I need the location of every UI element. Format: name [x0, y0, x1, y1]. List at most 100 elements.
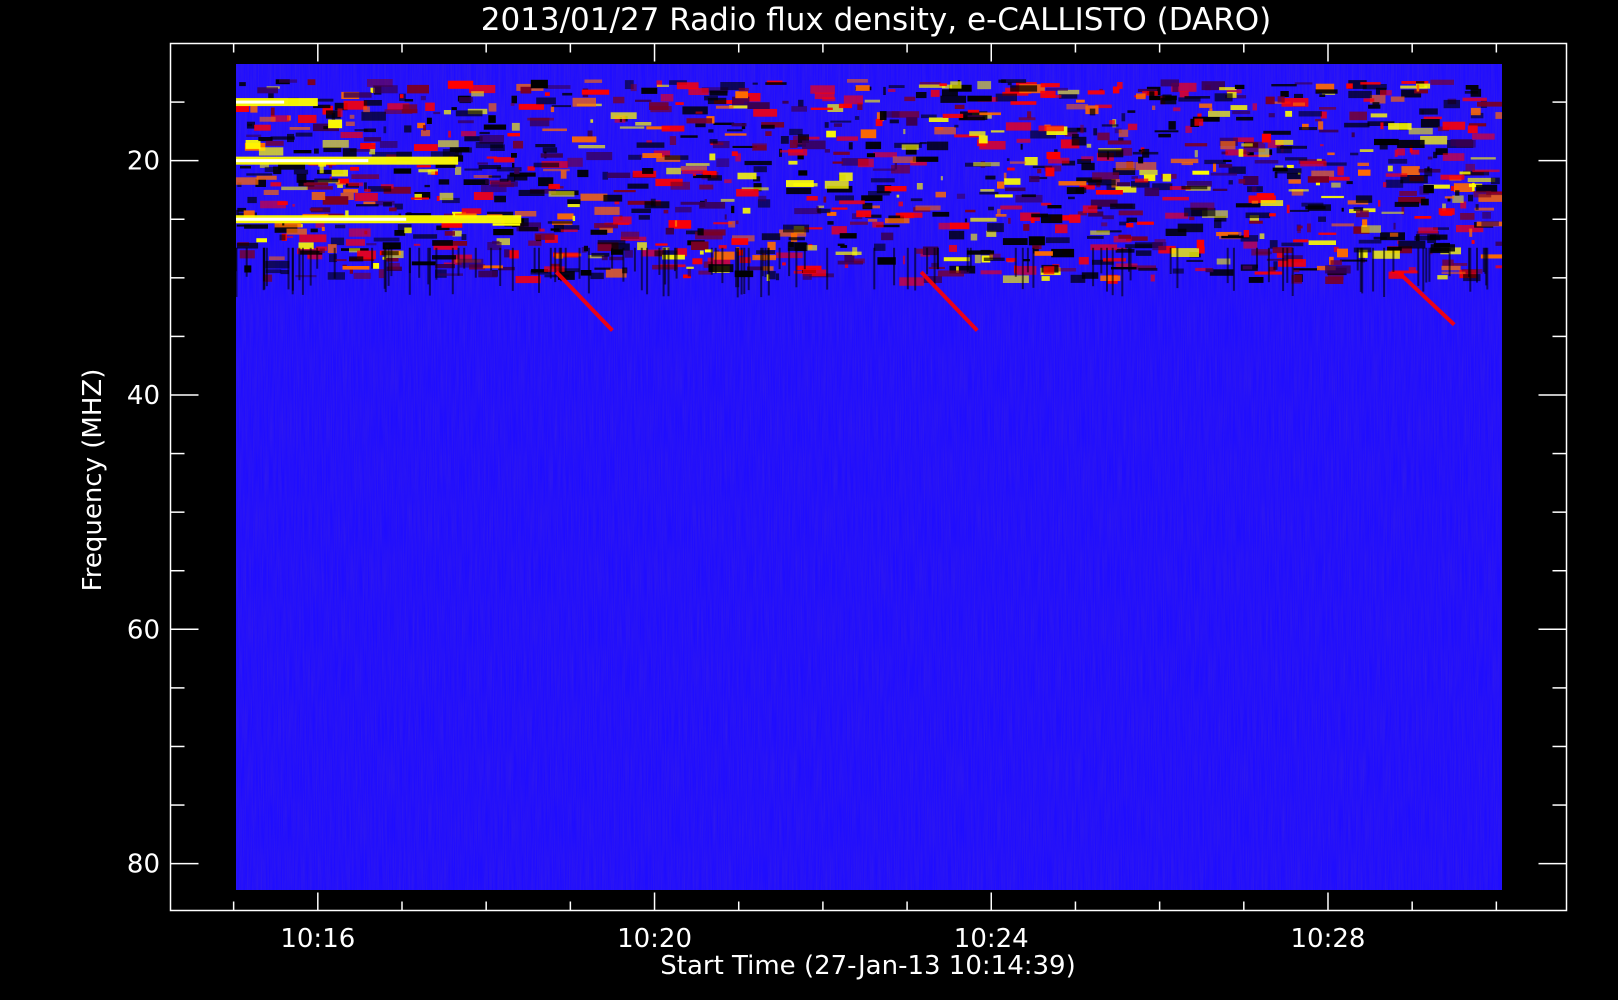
rfi-streak	[635, 99, 652, 102]
rfi-streak	[695, 123, 706, 128]
rfi-streak	[342, 266, 370, 270]
rfi-streak	[1419, 108, 1438, 115]
rfi-streak	[1472, 182, 1475, 192]
rfi-streak	[1236, 116, 1254, 121]
rfi-streak	[545, 85, 571, 89]
rfi-streak	[1218, 164, 1233, 168]
rfi-streak	[832, 161, 844, 164]
rfi-streak	[695, 111, 703, 114]
rfi-streak	[1299, 127, 1318, 131]
rfi-streak	[1273, 261, 1278, 270]
rfi-streak	[1331, 223, 1354, 227]
rfi-streak	[1319, 107, 1337, 110]
rfi-streak	[884, 218, 910, 224]
rfi-streak	[1254, 160, 1279, 164]
rfi-streak	[293, 150, 312, 154]
rfi-streak	[899, 277, 924, 286]
rfi-streak	[1344, 122, 1370, 128]
rfi-streak	[461, 208, 482, 214]
rfi-streak	[998, 79, 1006, 83]
rfi-streak	[1285, 110, 1293, 117]
rfi-striation	[245, 247, 248, 277]
rfi-streak	[1358, 239, 1382, 244]
rfi-striation	[1256, 247, 1258, 269]
rfi-streak	[1266, 258, 1288, 261]
rfi-streak	[299, 234, 327, 243]
rfi-streak	[363, 100, 382, 106]
rfi-streak	[894, 163, 897, 170]
rfi-striation	[390, 247, 393, 277]
rfi-streak	[877, 257, 896, 265]
rfi-streak	[868, 218, 878, 222]
rfi-streak	[383, 126, 387, 134]
rfi-streak	[1356, 210, 1369, 218]
rfi-striation	[1361, 247, 1364, 294]
rfi-streak	[997, 181, 1005, 189]
rfi-striation	[1232, 247, 1235, 291]
rfi-streak	[1394, 201, 1420, 207]
rfi-striation	[1111, 247, 1114, 296]
rfi-streak	[1028, 236, 1045, 246]
rfi-streak	[1271, 84, 1297, 87]
rfi-streak	[906, 117, 918, 126]
rfi-streak	[1321, 195, 1344, 199]
rfi-streak	[607, 172, 631, 178]
rfi-streak	[806, 196, 818, 201]
rfi-streak	[477, 162, 488, 165]
rfi-streak	[1112, 86, 1120, 94]
rfi-streak	[256, 175, 277, 180]
rfi-streak	[345, 239, 365, 246]
rfi-streak	[1142, 148, 1150, 158]
rfi-streak	[1355, 195, 1373, 203]
rfi-streak	[457, 120, 474, 124]
rfi-streak	[835, 195, 854, 201]
rfi-streak	[1475, 204, 1479, 210]
rfi-streak	[597, 240, 626, 245]
rfi-streak	[303, 182, 329, 186]
rfi-striation	[906, 247, 909, 290]
rfi-streak	[514, 175, 528, 181]
rfi-streak	[533, 162, 560, 168]
rfi-striation	[795, 247, 798, 288]
rfi-streak	[1102, 215, 1114, 220]
rfi-streak	[888, 85, 905, 88]
rfi-streak	[1189, 216, 1195, 221]
rfi-striation	[333, 247, 336, 279]
rfi-striation	[587, 247, 590, 294]
rfi-streak	[518, 227, 539, 232]
rfi-streak	[761, 233, 781, 241]
rfi-striation	[457, 247, 460, 276]
rfi-streak	[940, 176, 943, 181]
rfi-streak	[686, 118, 713, 124]
rfi-streak	[1051, 248, 1075, 258]
rfi-streak	[590, 272, 604, 280]
rfi-streak	[331, 112, 336, 120]
rfi-streak	[950, 81, 962, 89]
rfi-streak	[1351, 132, 1355, 138]
rfi-streak	[630, 84, 637, 92]
rfi-streak	[363, 137, 382, 142]
rfi-striation	[287, 247, 290, 290]
rfi-streak	[1452, 263, 1468, 266]
rfi-streak	[1337, 166, 1344, 176]
rfi-streak	[1220, 141, 1236, 150]
rfi-streak	[511, 122, 520, 131]
rfi-streak	[752, 82, 758, 85]
rfi-streak	[1467, 125, 1478, 134]
rfi-streak	[1040, 90, 1056, 98]
rfi-streak	[836, 136, 858, 141]
rfi-streak	[1388, 123, 1412, 130]
rfi-streak	[478, 270, 498, 278]
rfi-streak	[1135, 250, 1152, 256]
rfi-streak	[1286, 204, 1290, 214]
rfi-streak	[713, 122, 735, 125]
rfi-streak	[903, 129, 906, 135]
rfi-streak	[731, 205, 735, 214]
rfi-streak	[1490, 177, 1500, 185]
rfi-streak	[657, 84, 669, 87]
rfi-streak	[1315, 119, 1322, 122]
rfi-streak	[1285, 157, 1308, 161]
rfi-streak	[935, 191, 946, 198]
rfi-streak	[824, 122, 829, 128]
rfi-streak	[902, 255, 906, 265]
